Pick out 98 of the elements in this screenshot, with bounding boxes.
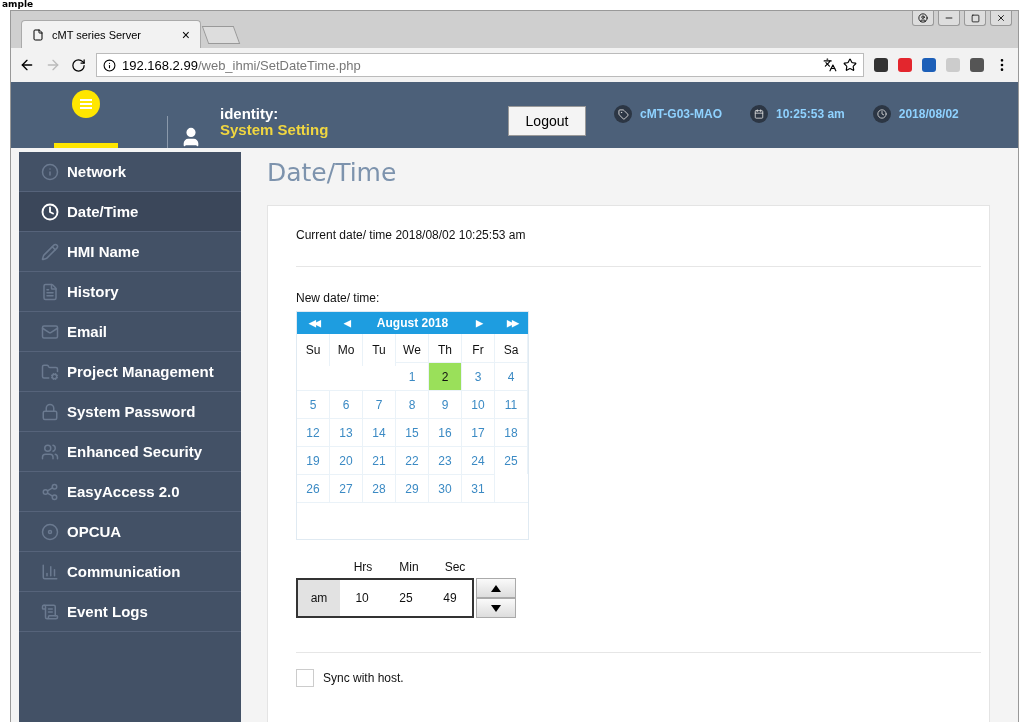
calendar-day[interactable]: 18: [495, 418, 528, 446]
weekday-label: Su: [297, 334, 330, 366]
weekday-label: Mo: [330, 334, 363, 366]
calendar-day[interactable]: 14: [363, 418, 396, 446]
ampm-field[interactable]: am: [298, 580, 341, 616]
calendar-day[interactable]: 27: [330, 474, 363, 502]
time-value[interactable]: 49: [428, 580, 472, 616]
header-time: 10:25:53 am: [776, 107, 845, 121]
weekday-label: Sa: [495, 334, 528, 366]
calendar-day[interactable]: 10: [462, 390, 495, 418]
calendar-day[interactable]: 13: [330, 418, 363, 446]
calendar-day[interactable]: 16: [429, 418, 462, 446]
checkbox[interactable]: [296, 669, 314, 687]
calendar-day[interactable]: 24: [462, 446, 495, 474]
share-icon: [41, 482, 59, 501]
calendar-day[interactable]: 3: [462, 362, 495, 390]
up-arrow-icon: [491, 584, 501, 592]
mail-icon: [41, 322, 59, 341]
calendar-day[interactable]: 5: [297, 390, 330, 418]
pencil-icon: [41, 242, 59, 261]
document-icon: [41, 282, 59, 301]
checkbox-label[interactable]: Sync with host.: [323, 671, 404, 685]
disc-icon: [41, 522, 59, 541]
calendar-day[interactable]: 23: [429, 446, 462, 474]
calendar-day[interactable]: 19: [297, 446, 330, 474]
time-unit-label: Hrs: [352, 560, 374, 574]
calendar-day[interactable]: 31: [462, 474, 495, 502]
calendar-day[interactable]: 2: [429, 362, 462, 390]
increment-button[interactable]: [476, 578, 516, 598]
maximize-icon: [970, 13, 980, 23]
info-icon: [103, 58, 116, 72]
decrement-button[interactable]: [476, 598, 516, 618]
bar-chart-icon: [41, 562, 59, 581]
time-field[interactable]: am 10 25 49: [296, 578, 474, 618]
calendar-day[interactable]: 11: [495, 390, 528, 418]
user-icon: [918, 13, 928, 23]
caption-text: ample: [2, 0, 34, 9]
time-unit-label: Sec: [443, 560, 467, 574]
month-title: August 2018: [375, 316, 450, 330]
tab-close[interactable]: ×: [181, 26, 190, 43]
weekday-label: Tu: [363, 334, 396, 366]
folder-icon: [41, 362, 59, 381]
device-name: cMT-G03-MAO: [640, 107, 722, 121]
calendar-day[interactable]: 29: [396, 474, 429, 502]
current-datetime: Current date/ time 2018/08/02 10:25:53 am: [296, 228, 527, 242]
clock-icon: [872, 105, 891, 123]
close-icon: [996, 13, 1006, 23]
identity-value: System Setting: [220, 122, 330, 138]
sidebar-item[interactable]: Date/Time: [19, 192, 241, 232]
log-icon: [41, 602, 59, 621]
header-date: 2018/08/02: [898, 107, 959, 121]
clock-icon: [41, 202, 59, 221]
calendar-day[interactable]: 25: [495, 446, 528, 474]
tag-icon: [614, 105, 632, 123]
calendar-day[interactable]: 12: [297, 418, 330, 446]
minimize-button[interactable]: [938, 11, 960, 26]
lock-icon: [41, 402, 59, 421]
time-value[interactable]: 10: [340, 580, 385, 616]
time-unit-label: Min: [398, 560, 420, 574]
close-button[interactable]: [990, 11, 1012, 26]
tab-title: cMT series Server: [52, 28, 143, 41]
calendar-day[interactable]: 20: [330, 446, 363, 474]
next-month-button[interactable]: ▶: [462, 318, 495, 328]
menu-icon: [80, 99, 92, 109]
calendar-day[interactable]: 4: [495, 362, 528, 390]
calendar-day[interactable]: 28: [363, 474, 396, 502]
address-bar[interactable]: 192.168.2.99/web_ihmi/SetDateTime.php: [96, 53, 864, 77]
extension-icon[interactable]: [874, 58, 888, 72]
identity-label: identity:: [220, 106, 280, 122]
info-icon: [41, 162, 59, 181]
calendar-day[interactable]: 21: [363, 446, 396, 474]
calendar-day[interactable]: 6: [330, 390, 363, 418]
star-icon[interactable]: [843, 58, 857, 72]
users-icon: [41, 442, 59, 461]
logout-button[interactable]: Logout: [508, 106, 586, 136]
previous-month-button[interactable]: ◀: [330, 318, 363, 328]
calendar-day[interactable]: 22: [396, 446, 429, 474]
back-icon[interactable]: [19, 57, 35, 73]
time-value[interactable]: 25: [384, 580, 429, 616]
profile-button[interactable]: [912, 11, 934, 26]
calendar-day[interactable]: 26: [297, 474, 330, 502]
page-icon: [32, 28, 44, 41]
extension-icon[interactable]: [970, 58, 984, 72]
page-title: Date/Time: [267, 158, 398, 187]
down-arrow-icon: [491, 604, 501, 612]
calendar-day[interactable]: 8: [396, 390, 429, 418]
translate-icon[interactable]: [823, 58, 837, 72]
calendar-day[interactable]: 9: [429, 390, 462, 418]
calendar-day[interactable]: 15: [396, 418, 429, 446]
calendar-day[interactable]: 7: [363, 390, 396, 418]
reload-icon[interactable]: [71, 57, 86, 73]
new-datetime-label: New date/ time:: [296, 291, 381, 305]
browser-tab[interactable]: cMT series Server ×: [21, 20, 201, 48]
calendar-icon: [750, 105, 768, 123]
calendar-day[interactable]: 17: [462, 418, 495, 446]
previous-year-button[interactable]: ◀◀: [297, 318, 330, 328]
calendar-day[interactable]: 30: [429, 474, 462, 502]
next-year-button[interactable]: ▶▶: [495, 318, 528, 328]
